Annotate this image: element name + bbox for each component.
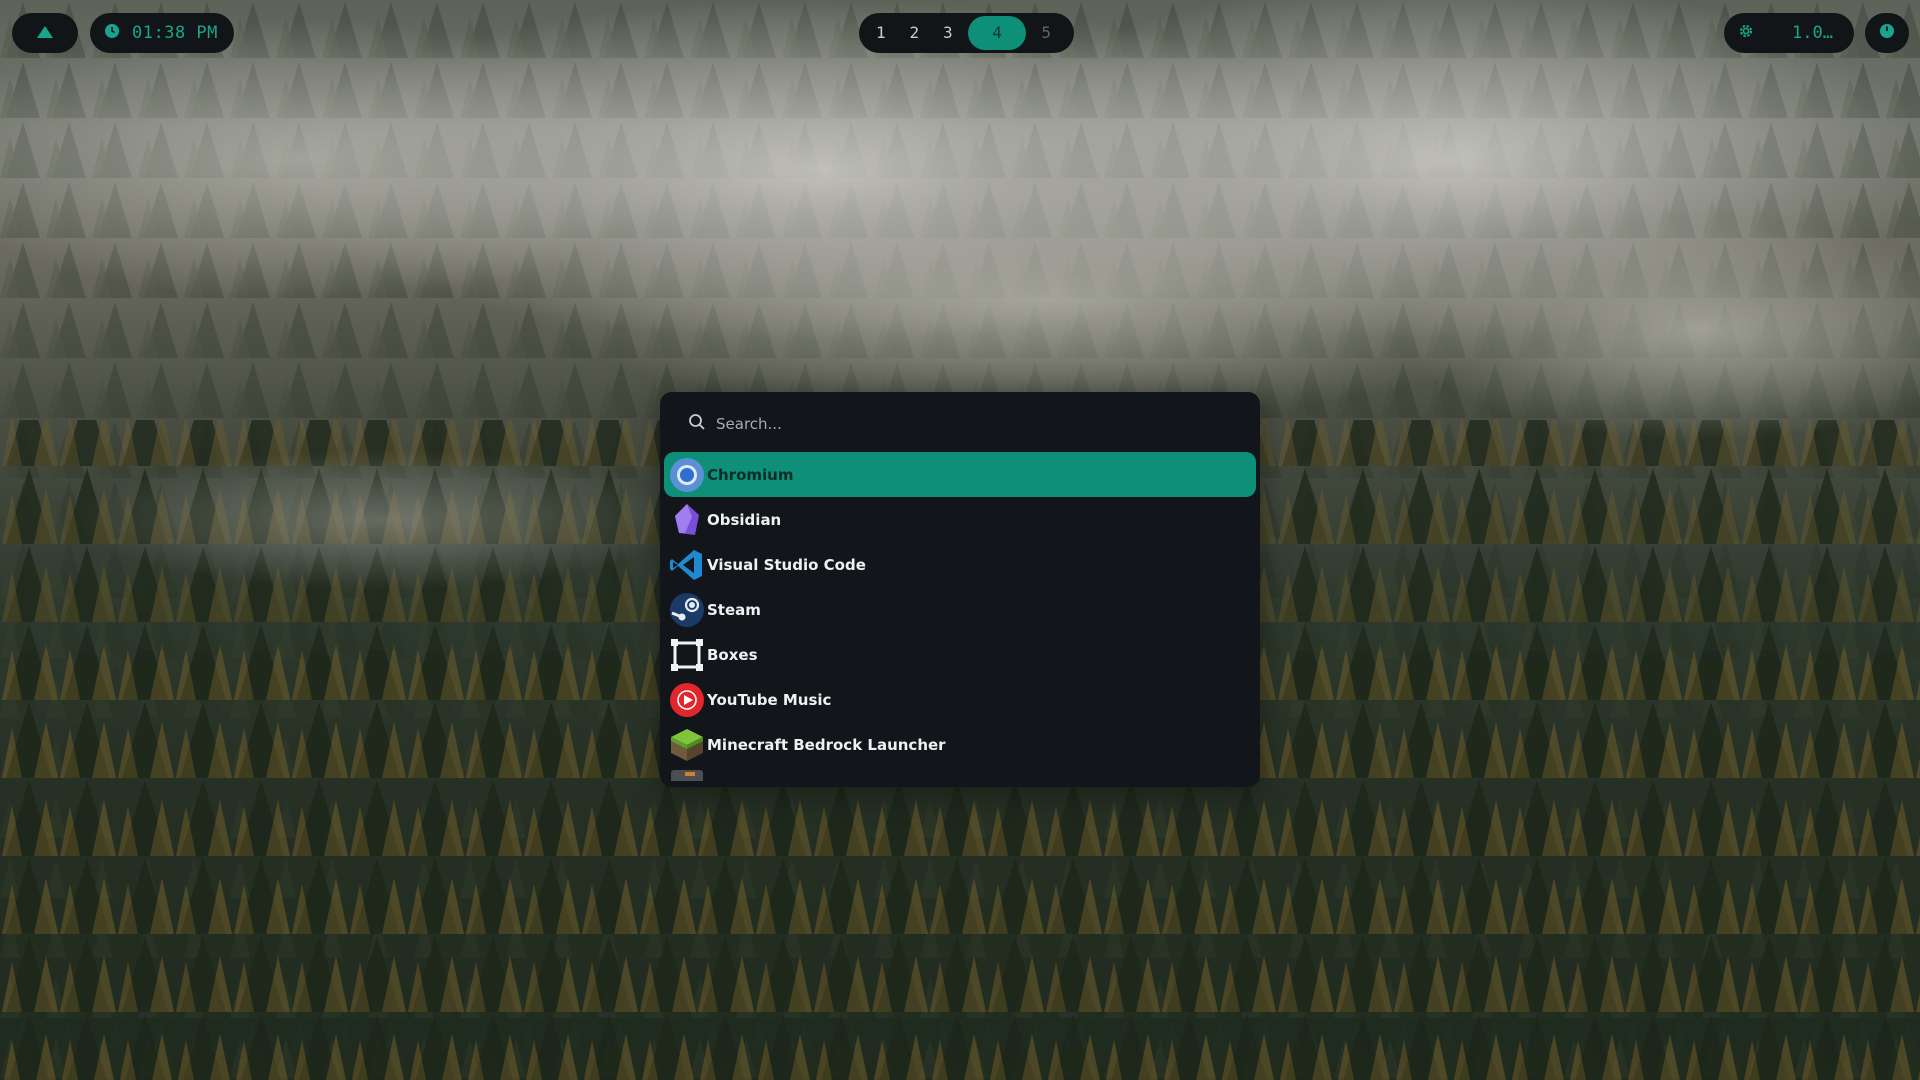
app-item-minecraft[interactable]: Minecraft Bedrock Launcher bbox=[664, 722, 1256, 767]
workspace-1-button[interactable]: 1 bbox=[867, 17, 895, 49]
search-icon bbox=[688, 413, 706, 435]
workspace-4-button[interactable]: 4 bbox=[967, 16, 1027, 50]
desktop: 01:38 PM 1 2 3 4 5 1.0… Search... Chromi… bbox=[0, 0, 1920, 1080]
search-input[interactable] bbox=[714, 414, 1238, 434]
clock-icon bbox=[104, 23, 120, 43]
workspace-switcher: 1 2 3 4 5 bbox=[859, 13, 1074, 53]
search-bar bbox=[688, 410, 1238, 438]
minecraft-icon bbox=[668, 726, 706, 764]
workspace-3-button[interactable]: 3 bbox=[934, 17, 962, 49]
app-label: YouTube Music bbox=[707, 690, 832, 709]
youtube-music-icon bbox=[668, 681, 706, 719]
app-item-chromium[interactable]: Chromium bbox=[664, 452, 1256, 497]
chromium-icon bbox=[668, 456, 706, 494]
tray-status-text: 1.0… bbox=[1792, 23, 1833, 43]
app-label: Visual Studio Code bbox=[707, 555, 866, 574]
obsidian-icon bbox=[668, 501, 706, 539]
app-icon bbox=[668, 767, 706, 781]
app-label: Obsidian bbox=[707, 510, 782, 529]
clock-time: 01:38 PM bbox=[132, 23, 218, 43]
app-item-steam[interactable]: Steam bbox=[664, 587, 1256, 632]
cloud-icon bbox=[36, 24, 54, 43]
power-icon bbox=[1879, 23, 1895, 43]
app-item-obsidian[interactable]: Obsidian bbox=[664, 497, 1256, 542]
boxes-icon bbox=[668, 636, 706, 674]
clock-widget[interactable]: 01:38 PM bbox=[90, 13, 234, 53]
workspace-5-button[interactable]: 5 bbox=[1032, 17, 1060, 49]
app-launcher-panel: Chromium Obsidian bbox=[660, 392, 1260, 787]
app-label: Steam bbox=[707, 600, 761, 619]
app-label: Minecraft Bedrock Launcher bbox=[707, 735, 946, 754]
vscode-icon bbox=[668, 546, 706, 584]
app-launcher-button[interactable] bbox=[12, 13, 78, 53]
system-tray[interactable]: 1.0… bbox=[1724, 13, 1854, 53]
app-label: Chromium bbox=[707, 465, 794, 484]
workspace-2-button[interactable]: 2 bbox=[901, 17, 929, 49]
steam-icon bbox=[668, 591, 706, 629]
gear-icon bbox=[1738, 23, 1754, 43]
app-item-youtube-music[interactable]: YouTube Music bbox=[664, 677, 1256, 722]
app-item-boxes[interactable]: Boxes bbox=[664, 632, 1256, 677]
app-item-vscode[interactable]: Visual Studio Code bbox=[664, 542, 1256, 587]
app-item-partial[interactable] bbox=[664, 767, 1256, 781]
app-label: Boxes bbox=[707, 645, 758, 664]
app-list: Chromium Obsidian Visual Studio Code Ste… bbox=[664, 452, 1256, 781]
power-button[interactable] bbox=[1865, 13, 1909, 53]
